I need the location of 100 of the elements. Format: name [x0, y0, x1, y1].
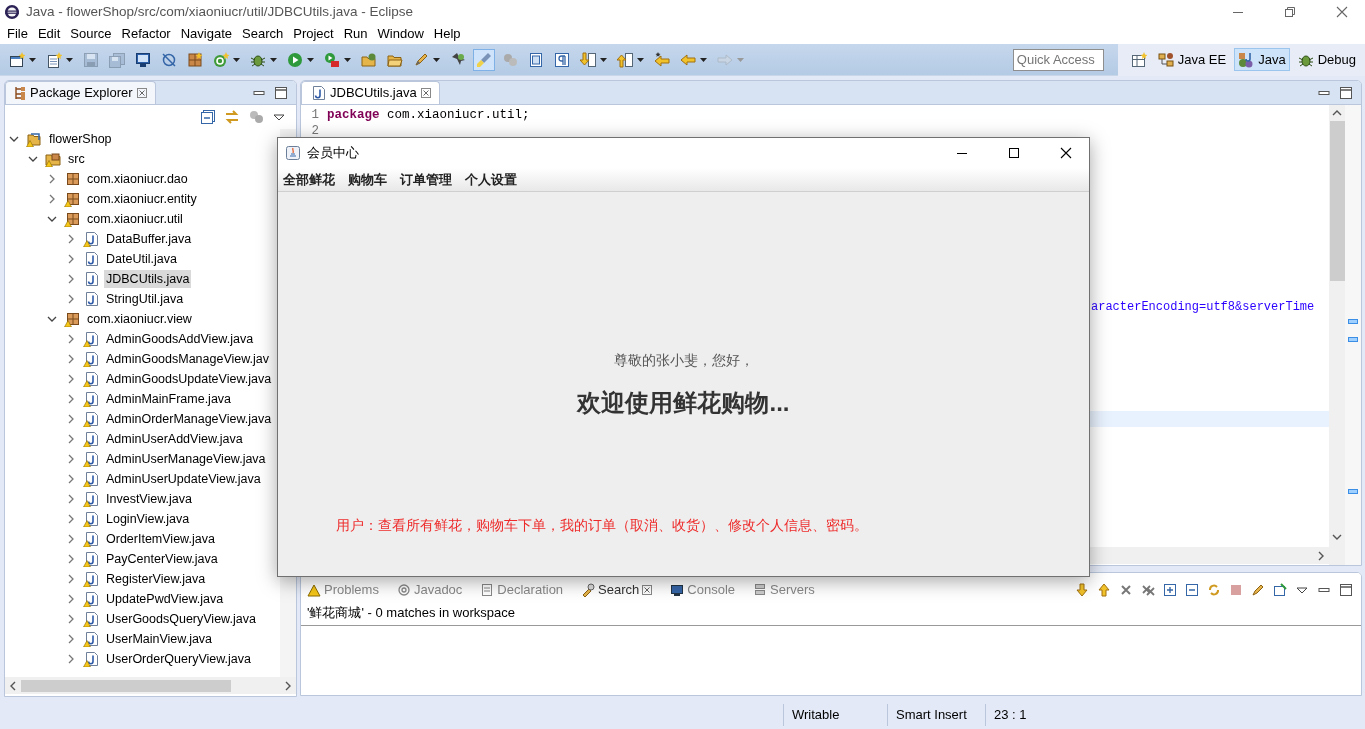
menu-item[interactable]: 订单管理: [400, 169, 452, 190]
overview-marker[interactable]: [1348, 489, 1358, 494]
menu-item[interactable]: Window: [372, 24, 429, 44]
tree-item[interactable]: OrderItemView.java: [104, 529, 217, 549]
overview-marker[interactable]: [1348, 319, 1358, 324]
scroll-down-icon[interactable]: [1332, 533, 1342, 541]
link-arrows-icon[interactable]: [224, 109, 240, 125]
pin-icon[interactable]: [1273, 583, 1287, 597]
document-icon: [480, 583, 495, 597]
arrow-up-icon[interactable]: [1097, 583, 1111, 597]
maximize-icon[interactable]: [274, 85, 288, 100]
tree-item[interactable]: AdminUserAddView.java: [104, 429, 245, 449]
overview-marker[interactable]: [1348, 337, 1358, 342]
java-cup-icon: [285, 145, 301, 161]
scrollbar[interactable]: [1329, 105, 1345, 565]
perspective-button[interactable]: Java EE: [1153, 47, 1231, 72]
warning-sign-icon: [307, 583, 321, 597]
close-icon[interactable]: [136, 88, 147, 98]
tree-item[interactable]: UpdatePwdView.java: [104, 589, 226, 609]
tree-item[interactable]: StringUtil.java: [104, 289, 186, 309]
view-tab[interactable]: Problems: [305, 580, 381, 600]
maximize-icon: [1008, 147, 1020, 159]
menu-item[interactable]: 全部鲜花: [283, 169, 335, 190]
tree-item[interactable]: AdminGoodsManageView.jav: [104, 349, 272, 369]
pen-icon[interactable]: [1251, 583, 1265, 597]
menu-item[interactable]: Help: [428, 24, 466, 44]
view-tab[interactable]: Search: [579, 580, 655, 600]
view-tab[interactable]: Declaration: [478, 580, 566, 600]
welcome-heading: 欢迎使用鲜花购物...: [575, 388, 791, 418]
tree-item[interactable]: AdminMainFrame.java: [104, 389, 234, 409]
server-icon: [753, 583, 767, 597]
tree-item[interactable]: AdminUserUpdateView.java: [104, 469, 263, 489]
view-tab[interactable]: Javadoc: [394, 580, 465, 600]
menu-item[interactable]: Navigate: [175, 24, 237, 44]
menu-item[interactable]: Search: [237, 24, 289, 44]
view-tab[interactable]: Servers: [751, 580, 817, 600]
tree-item[interactable]: AdminGoodsUpdateView.java: [104, 369, 274, 389]
menu-item[interactable]: 购物车: [348, 169, 387, 190]
menu-item[interactable]: 个人设置: [465, 169, 517, 190]
tree-item[interactable]: flowerShop: [47, 129, 114, 149]
menu-item[interactable]: Run: [338, 24, 373, 44]
tree-item[interactable]: UserMainView.java: [104, 629, 215, 649]
collapse-all-icon[interactable]: [200, 109, 216, 125]
scroll-right-icon[interactable]: [284, 680, 292, 691]
collapse-all-icon[interactable]: [1185, 583, 1199, 597]
view-tab[interactable]: Package Explorer: [5, 81, 156, 104]
tree-item[interactable]: AdminUserManageView.java: [104, 449, 268, 469]
tree-item[interactable]: com.xiaoniucr.dao: [85, 169, 190, 189]
menu-item[interactable]: File: [2, 24, 33, 44]
view-tab[interactable]: Console: [668, 580, 737, 600]
scrollbar[interactable]: [5, 677, 296, 694]
blocks-icon[interactable]: [248, 109, 264, 125]
menu-item[interactable]: Source: [65, 24, 117, 44]
perspective-button[interactable]: Debug: [1293, 47, 1360, 72]
perspective-button[interactable]: Java: [1234, 47, 1290, 72]
tree-item[interactable]: DateUtil.java: [104, 249, 179, 269]
status-text: Smart Insert: [887, 703, 985, 726]
tree-item[interactable]: UserOrderQueryView.java: [104, 649, 253, 669]
hierarchy-icon: [14, 86, 26, 100]
dialog-title: 会员中心: [307, 144, 359, 163]
arrow-left-icon: [680, 51, 696, 68]
arrow-down-icon[interactable]: [1075, 583, 1089, 597]
tree-item[interactable]: PayCenterView.java: [104, 549, 220, 569]
search-field[interactable]: Quick Access: [1012, 48, 1104, 71]
scroll-right-icon[interactable]: [1317, 550, 1325, 561]
remove-icon[interactable]: [1119, 583, 1133, 597]
restore-icon: [1284, 6, 1296, 18]
tree-item[interactable]: RegisterView.java: [104, 569, 208, 589]
tree-item[interactable]: LoginView.java: [104, 509, 192, 529]
close-icon[interactable]: [642, 585, 653, 595]
editor-tab[interactable]: JDBCUtils.java: [301, 81, 440, 104]
circle-plus-icon: [213, 51, 229, 68]
tree-item[interactable]: DataBuffer.java: [104, 229, 194, 249]
tree-item[interactable]: com.xiaoniucr.view: [85, 309, 194, 329]
tree-item[interactable]: AdminOrderManageView.java: [104, 409, 274, 429]
refresh-icon[interactable]: [1207, 583, 1221, 597]
star-arrow-icon: [654, 51, 670, 68]
new-window-icon: [9, 51, 25, 68]
menu-item[interactable]: Project: [288, 24, 339, 44]
tree-item[interactable]: JDBCUtils.java: [104, 269, 192, 289]
tree-item[interactable]: src: [66, 149, 87, 169]
monitor-icon: [670, 583, 685, 597]
tree-item[interactable]: UserGoodsQueryView.java: [104, 609, 258, 629]
tree-item[interactable]: AdminGoodsAddView.java: [104, 329, 256, 349]
maximize-icon[interactable]: [1339, 85, 1353, 100]
close-icon: [1060, 147, 1072, 159]
scroll-left-icon[interactable]: [9, 680, 17, 691]
tree-item[interactable]: com.xiaoniucr.entity: [85, 189, 199, 209]
tree-item[interactable]: InvestView.java: [104, 489, 194, 509]
scroll-up-icon[interactable]: [1332, 109, 1342, 117]
maximize-icon[interactable]: [1339, 583, 1353, 597]
tree-item[interactable]: com.xiaoniucr.util: [85, 209, 185, 229]
expand-all-icon[interactable]: [1163, 583, 1177, 597]
remove-all-icon[interactable]: [1141, 583, 1155, 597]
java-file-icon: [310, 85, 326, 101]
search-result-text: '鲜花商城' - 0 matches in workspace: [301, 601, 1361, 626]
close-icon[interactable]: [420, 88, 431, 98]
menu-item[interactable]: Edit: [32, 24, 66, 44]
menu-item[interactable]: Refactor: [116, 24, 176, 44]
play-toolbox-icon: [324, 51, 340, 68]
